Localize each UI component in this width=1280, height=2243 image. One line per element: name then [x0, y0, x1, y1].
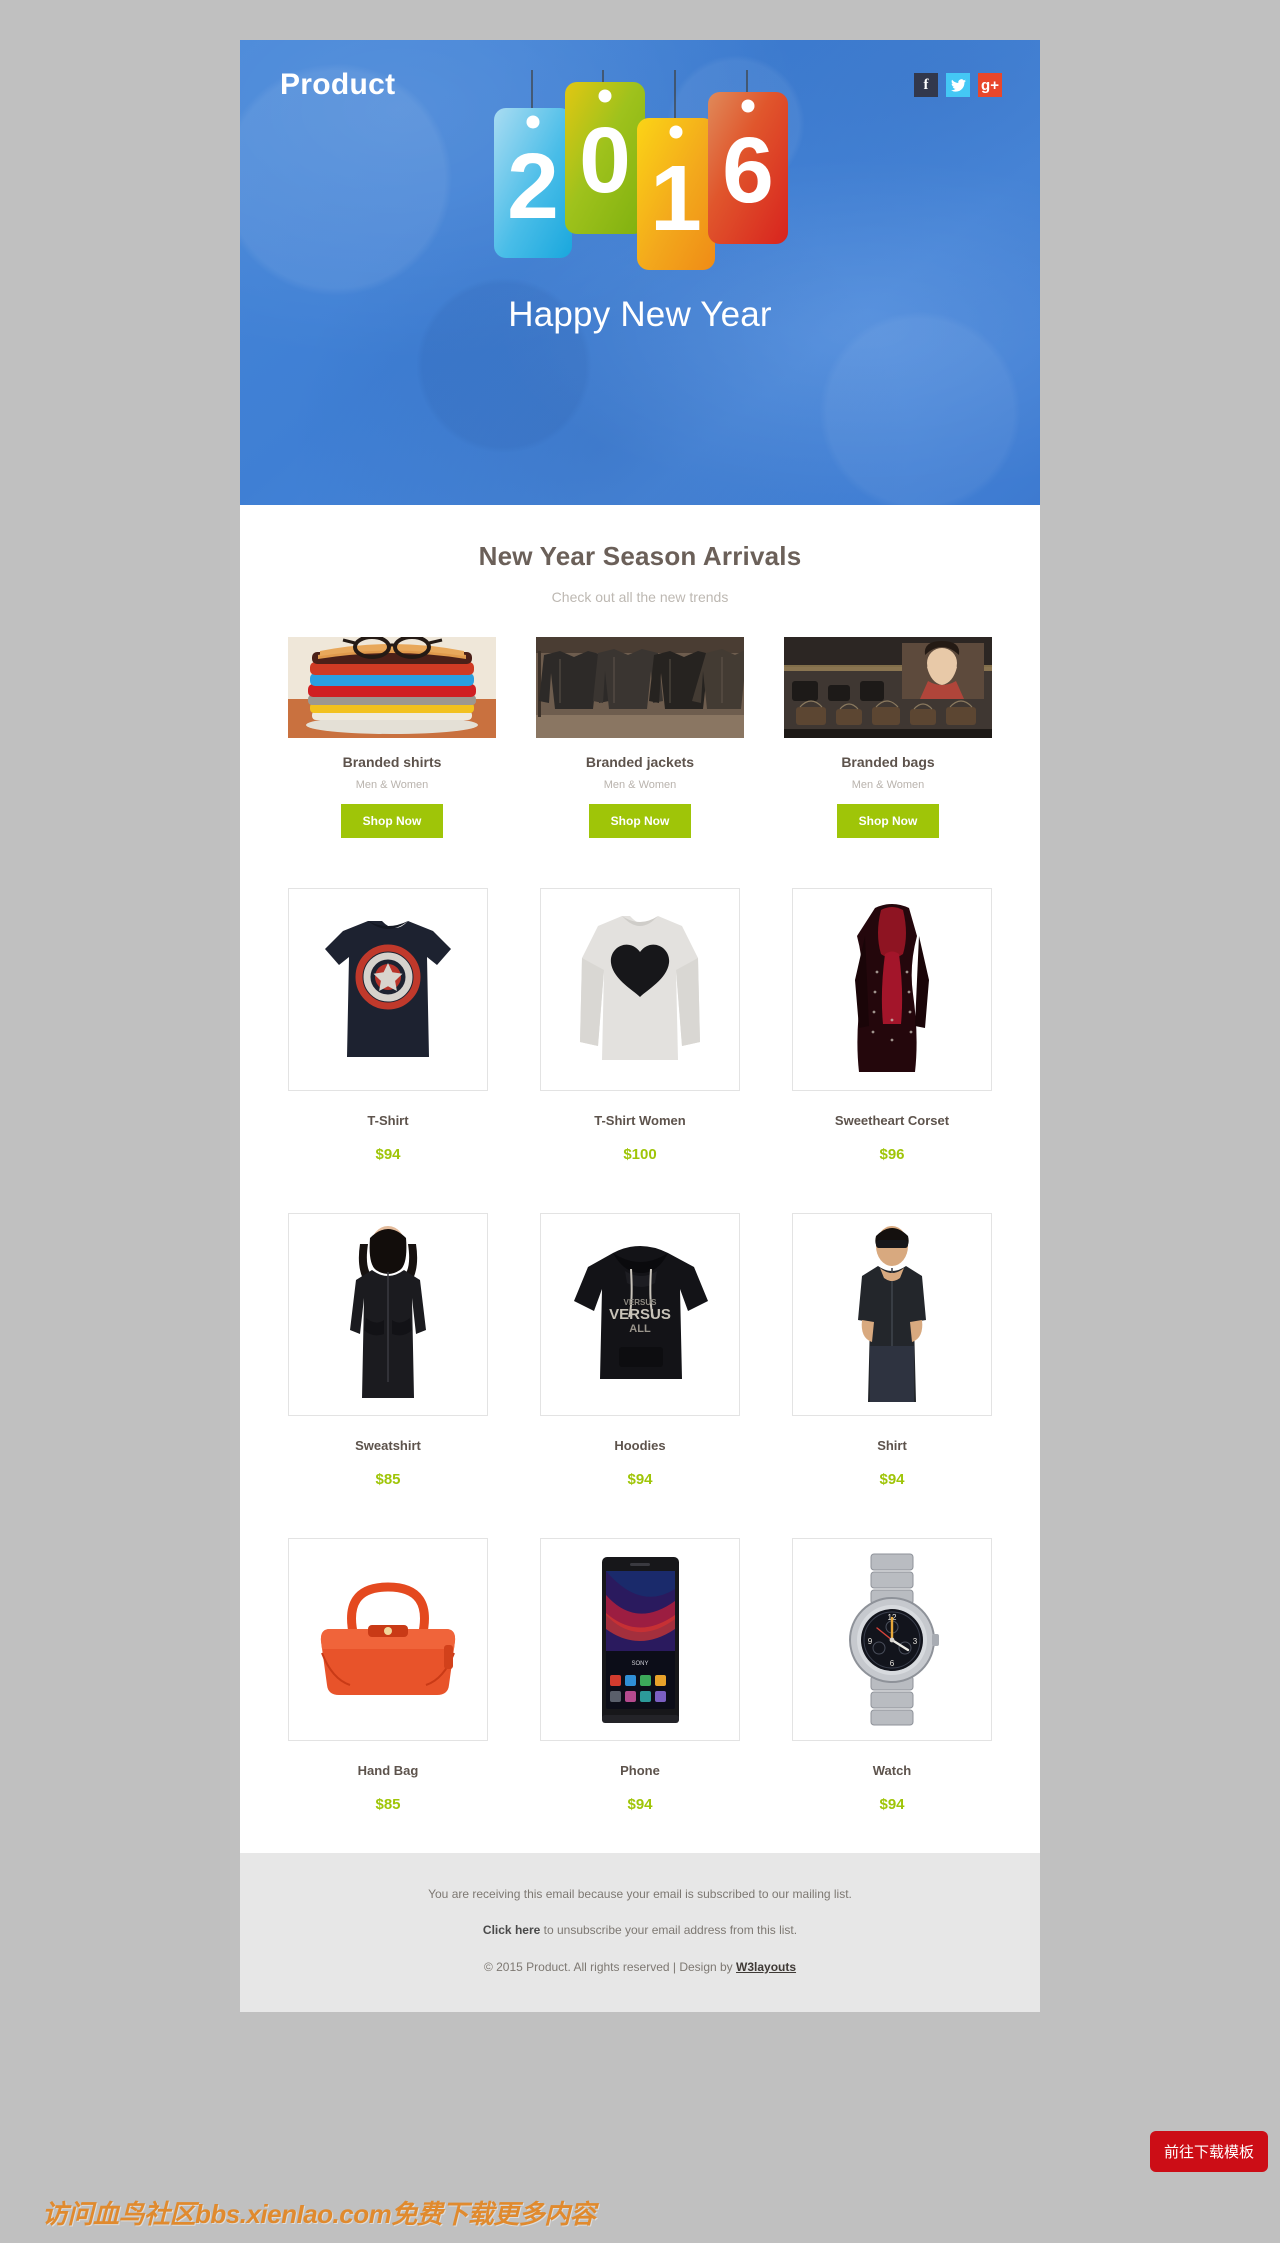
unsubscribe-rest-text: to unsubscribe your email address from t… [540, 1923, 798, 1938]
category-card[interactable]: Branded bags Men & Women Shop Now [784, 637, 992, 838]
site-watermark: 访问血鸟社区bbs.xienIao.com免费下载更多内容 [42, 2199, 596, 2229]
product-price: $94 [879, 1796, 905, 1813]
category-card[interactable]: Branded shirts Men & Women Shop Now [288, 637, 496, 838]
product-row: Sweatshirt $85 VERSUS VERSUS ALL Hoodies… [288, 1213, 992, 1488]
category-name: Branded shirts [342, 754, 442, 770]
svg-text:6: 6 [722, 118, 774, 222]
product-card[interactable]: SONY Phone $94 [540, 1538, 740, 1813]
product-name: Watch [872, 1763, 912, 1778]
shop-now-button[interactable]: Shop Now [836, 804, 940, 838]
category-subtitle: Men & Women [355, 779, 429, 791]
product-name: Hand Bag [357, 1763, 419, 1778]
product-row: T-Shirt $94 T-Shirt Women $100 Sweethear… [288, 888, 992, 1163]
facebook-icon[interactable]: f [914, 73, 938, 97]
product-card[interactable]: T-Shirt $94 [288, 888, 488, 1163]
category-name: Branded jackets [585, 754, 695, 770]
product-name: Sweetheart Corset [834, 1113, 950, 1128]
category-list: Branded shirts Men & Women Shop Now Bran… [288, 637, 992, 838]
sweatshirt-image [288, 1213, 488, 1416]
product-row: Hand Bag $85 SONY Phone $94 3 6 9 Watch … [288, 1538, 992, 1813]
page-root: Product f g+ 2 0 1 6 Happy New Year New … [0, 0, 1280, 2243]
product-card[interactable]: Sweetheart Corset $96 [792, 888, 992, 1163]
email-container: Product f g+ 2 0 1 6 Happy New Year New … [240, 40, 1040, 2013]
branded-jackets-image [536, 637, 744, 738]
hoodies-image: VERSUS VERSUS ALL [540, 1213, 740, 1416]
shop-now-button[interactable]: Shop Now [588, 804, 692, 838]
sweetheart-corset-image [792, 888, 992, 1091]
copyright-text: © 2015 Product. All rights reserved | De… [483, 1959, 737, 1974]
twitter-icon[interactable] [946, 73, 970, 97]
email-footer: You are receiving this email because you… [240, 1853, 1040, 2013]
footer-unsubscribe-line: Click here to unsubscribe your email add… [270, 1923, 1010, 1937]
category-subtitle: Men & Women [603, 779, 677, 791]
section-subtitle: Check out all the new trends [551, 589, 729, 605]
shirt-image [792, 1213, 992, 1416]
designer-link[interactable]: W3layouts [736, 1960, 796, 1974]
svg-text:VERSUS: VERSUS [609, 1306, 671, 1323]
unsubscribe-link[interactable]: Click here [483, 1923, 540, 1937]
product-card[interactable]: Shirt $94 [792, 1213, 992, 1488]
product-card[interactable]: VERSUS VERSUS ALL Hoodies $94 [540, 1213, 740, 1488]
watch-image: 12 3 6 9 [792, 1538, 992, 1741]
shop-now-button[interactable]: Shop Now [340, 804, 444, 838]
product-card[interactable]: T-Shirt Women $100 [540, 888, 740, 1163]
phone-image: SONY [540, 1538, 740, 1741]
hero-banner: Product f g+ 2 0 1 6 Happy New Year [240, 40, 1040, 505]
product-card[interactable]: 12 3 6 9 [792, 1538, 992, 1813]
svg-text:9: 9 [868, 1637, 873, 1646]
social-links: f g+ [914, 73, 1002, 97]
branded-shirts-image [288, 637, 496, 738]
product-price: $85 [375, 1471, 401, 1488]
product-name: Phone [620, 1763, 660, 1778]
product-price: $96 [879, 1146, 905, 1163]
product-name: T-Shirt [367, 1113, 409, 1128]
product-name: T-Shirt Women [594, 1113, 686, 1128]
product-price: $94 [375, 1146, 401, 1163]
product-price: $94 [627, 1471, 653, 1488]
svg-text:1: 1 [650, 146, 702, 250]
branded-bags-image [784, 637, 992, 738]
product-card[interactable]: Hand Bag $85 [288, 1538, 488, 1813]
product-price: $100 [623, 1146, 657, 1163]
product-name: Shirt [877, 1438, 907, 1453]
category-name: Branded bags [841, 754, 935, 770]
footer-subscription-note: You are receiving this email because you… [428, 1887, 852, 1901]
svg-text:SONY: SONY [631, 1661, 648, 1667]
svg-text:2: 2 [507, 134, 559, 238]
svg-text:6: 6 [890, 1659, 895, 1668]
hero-title: Happy New Year [508, 295, 772, 334]
category-subtitle: Men & Women [851, 779, 925, 791]
svg-text:3: 3 [913, 1637, 918, 1646]
product-price: $94 [627, 1796, 653, 1813]
product-price: $85 [375, 1796, 401, 1813]
category-card[interactable]: Branded jackets Men & Women Shop Now [536, 637, 744, 838]
hand-bag-image [288, 1538, 488, 1741]
main-content: New Year Season Arrivals Check out all t… [240, 505, 1040, 1853]
product-price: $94 [879, 1471, 905, 1488]
product-card[interactable]: Sweatshirt $85 [288, 1213, 488, 1488]
svg-text:ALL: ALL [629, 1323, 651, 1335]
tshirt-women-image [540, 888, 740, 1091]
tshirt-image [288, 888, 488, 1091]
download-template-button[interactable]: 前往下载模板 [1149, 2131, 1268, 2172]
google-plus-icon[interactable]: g+ [978, 73, 1002, 97]
product-name: Sweatshirt [355, 1438, 421, 1453]
section-title: New Year Season Arrivals [478, 541, 802, 571]
new-year-tags-illustration: 2 0 1 6 [475, 70, 805, 285]
brand-logo: Product [280, 68, 396, 101]
product-name: Hoodies [614, 1438, 666, 1453]
svg-text:0: 0 [579, 108, 631, 212]
footer-copyright: © 2015 Product. All rights reserved | De… [270, 1960, 1010, 1974]
